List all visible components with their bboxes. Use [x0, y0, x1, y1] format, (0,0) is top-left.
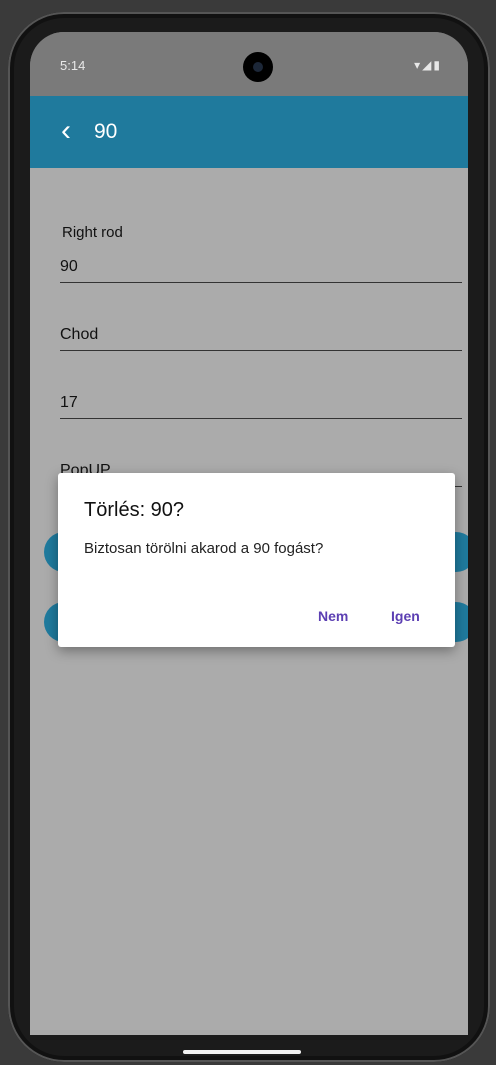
page-title: 90: [94, 120, 118, 143]
number-field-value: 17: [60, 394, 78, 411]
section-label: Right rod: [62, 224, 123, 241]
app-bar: ‹ 90: [30, 96, 468, 168]
dialog-title: Törlés: 90?: [84, 499, 185, 521]
type-field-value: Chod: [60, 326, 99, 343]
type-field[interactable]: Chod: [60, 318, 462, 351]
back-arrow-icon[interactable]: ‹: [48, 114, 84, 150]
delete-confirm-dialog: Törlés: 90? Biztosan törölni akarod a 90…: [58, 473, 455, 647]
name-field-value: 90: [60, 258, 78, 275]
cancel-button[interactable]: Nem: [318, 608, 348, 624]
number-field[interactable]: 17: [60, 386, 462, 419]
confirm-button[interactable]: Igen: [391, 608, 420, 624]
front-camera-icon: [243, 52, 273, 82]
name-field[interactable]: 90: [60, 250, 462, 283]
wifi-signal-battery-icon: ▾◢▮: [414, 58, 442, 72]
status-time: 5:14: [60, 58, 86, 73]
status-bar: 5:14 ▾◢▮: [30, 32, 468, 96]
dialog-message: Biztosan törölni akarod a 90 fogást?: [84, 540, 324, 557]
home-indicator[interactable]: [183, 1050, 301, 1054]
